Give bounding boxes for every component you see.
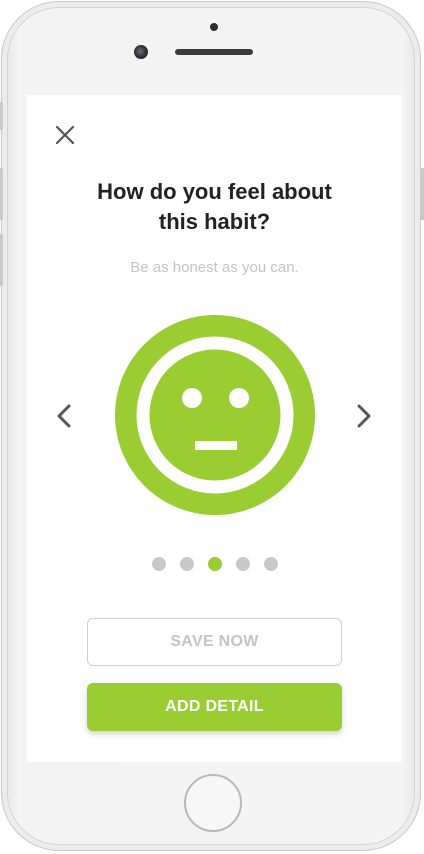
add-detail-button[interactable]: ADD DETAIL	[87, 683, 342, 731]
phone-frame: How do you feel about this habit? Be as …	[0, 1, 424, 851]
next-mood-button[interactable]	[352, 402, 376, 430]
phone-power-button	[420, 168, 424, 220]
pagination-dot[interactable]	[151, 557, 166, 571]
chevron-left-icon	[57, 404, 71, 428]
page-subtitle: Be as honest as you can.	[130, 259, 299, 276]
mood-pagination	[27, 557, 402, 571]
earpiece-speaker	[175, 49, 253, 55]
phone-mute-switch	[0, 102, 3, 130]
neutral-face-icon	[115, 315, 315, 515]
pagination-dot[interactable]	[235, 557, 250, 571]
home-button[interactable]	[184, 774, 242, 832]
app-screen: How do you feel about this habit? Be as …	[27, 95, 402, 762]
pagination-dot[interactable]	[207, 557, 222, 571]
close-icon	[55, 125, 75, 145]
previous-mood-button[interactable]	[52, 402, 76, 430]
phone-volume-down	[0, 234, 3, 286]
pagination-dot[interactable]	[179, 557, 194, 571]
chevron-right-icon	[357, 404, 371, 428]
pagination-dot[interactable]	[263, 557, 278, 571]
close-button[interactable]	[53, 123, 77, 147]
save-now-button[interactable]: SAVE NOW	[87, 618, 342, 666]
page-title: How do you feel about this habit?	[97, 179, 332, 234]
mood-face[interactable]	[115, 315, 315, 515]
phone-volume-up	[0, 168, 3, 220]
front-camera	[134, 45, 148, 59]
proximity-sensor	[210, 23, 218, 31]
